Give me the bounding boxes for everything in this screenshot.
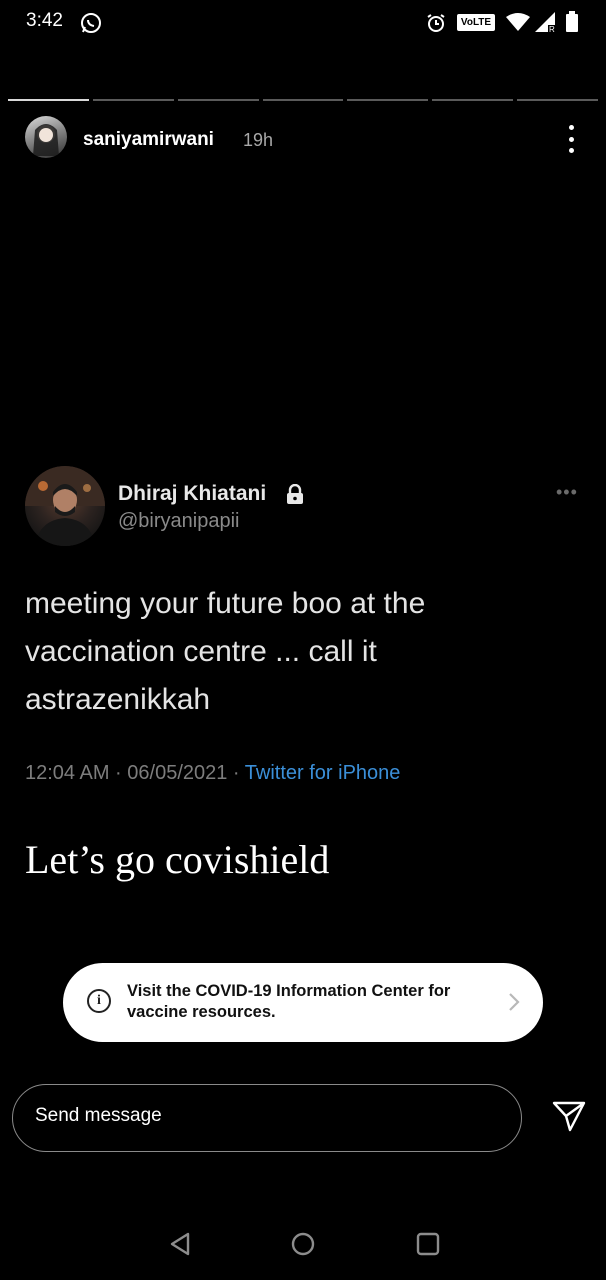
lock-icon [287,484,303,504]
story-progress-segment [92,99,174,101]
svg-text:R: R [549,25,555,32]
nav-back-icon[interactable] [168,1231,192,1257]
tweet-timestamp: 12:04 AM · 06/05/2021 · [25,762,245,784]
covid-info-banner[interactable]: i Visit the COVID-19 Information Center … [63,963,543,1042]
send-direct-icon[interactable] [552,1100,586,1132]
send-message-input[interactable] [35,1105,475,1127]
tweet-author-name: Dhiraj Khiatani [118,482,267,505]
nav-home-icon[interactable] [290,1231,316,1257]
tweet-author-handle: @biryanipapii [118,510,240,532]
tweet-more-icon: ••• [556,482,578,502]
story-time-ago: 19h [243,130,274,150]
story-progress-segment [262,99,344,101]
covid-banner-text: Visit the COVID-19 Information Center fo… [127,982,451,1021]
story-progress-segment [347,99,429,101]
chevron-right-icon [509,993,520,1011]
status-time: 3:42 [26,10,63,31]
story-progress-segment [177,99,259,101]
signal-icon: R [535,12,556,32]
more-options-icon[interactable] [562,125,580,153]
story-progress-segment [8,99,89,101]
tweet-source: Twitter for iPhone [244,762,401,784]
nav-recents-icon[interactable] [415,1231,441,1257]
story-progress [8,99,599,102]
tweet-text: meeting your future boo at the vaccinati… [25,587,426,716]
whatsapp-icon [81,13,101,33]
tweet-meta: 12:04 AM · 06/05/2021 · Twitter for iPho… [25,762,400,785]
story-caption: Let’s go covishield [25,837,330,882]
alarm-icon [427,14,445,32]
story-progress-segment [432,99,514,101]
avatar[interactable] [25,116,67,158]
info-icon: i [87,989,111,1013]
story-progress-segment [517,99,599,101]
send-message-box[interactable] [12,1084,522,1152]
tweet-author-avatar [25,466,105,546]
volte-icon: VoLTE [457,14,495,31]
story-username[interactable]: saniyamirwani [83,129,214,151]
wifi-icon [506,13,530,31]
battery-icon [566,11,578,32]
